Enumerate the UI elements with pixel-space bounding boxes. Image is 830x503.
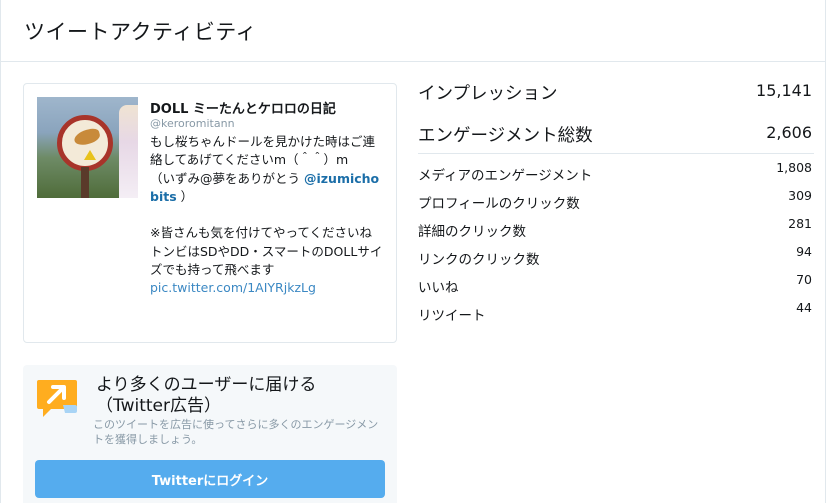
stat-value: 1,808	[776, 160, 812, 175]
tweet-author-handle[interactable]: @keroromitann	[150, 117, 235, 130]
warning-icon	[84, 150, 96, 160]
twitter-login-button[interactable]: Twitterにログイン	[35, 460, 385, 498]
tweet-activity-dialog: ツイートアクティビティ DOLL ミーたんとケロロの日記 @keroromita…	[0, 0, 826, 503]
tweet-text: もし桜ちゃんドールを見かけた時はご連絡してあげてくださいm（＾＾）m （いずみ@…	[150, 133, 385, 298]
promote-panel: より多くのユーザーに届ける（Twitter広告） このツイートを広告に使ってさら…	[23, 365, 397, 503]
promote-description: このツイートを広告に使ってさらに多くのエンゲージメントを獲得しましょう。	[93, 418, 379, 446]
stat-label: いいね	[418, 280, 459, 296]
stat-row-link-clicks: リンクのクリック数 94	[418, 244, 814, 268]
stat-label: メディアのエンゲージメント	[418, 168, 593, 184]
stat-label: プロフィールのクリック数	[418, 196, 580, 212]
stat-value: 281	[788, 216, 812, 231]
impressions-label: インプレッション	[418, 84, 558, 104]
stat-value: 44	[796, 300, 812, 315]
dialog-title: ツイートアクティビティ	[24, 20, 257, 44]
dialog-header: ツイートアクティビティ	[1, 0, 825, 62]
stat-value: 94	[796, 244, 812, 259]
stat-label: 詳細のクリック数	[418, 224, 526, 240]
stat-row-retweets: リツイート 44	[418, 300, 814, 324]
post-graphic	[81, 167, 89, 198]
tweet-text-part2: ） ※皆さんも気を付けてやってくださいね トンビはSDやDD・スマートのDOLL…	[150, 188, 383, 278]
stat-row-profile-clicks: プロフィールのクリック数 309	[418, 188, 814, 212]
sign-graphic	[57, 115, 113, 171]
bird-graphic	[72, 126, 102, 148]
stat-label: リンクのクリック数	[418, 252, 540, 268]
stats-divider	[418, 153, 814, 154]
impressions-stat: インプレッション 15,141	[418, 80, 814, 110]
stat-label: リツイート	[418, 308, 486, 324]
engagements-label: エンゲージメント総数	[418, 126, 593, 146]
engagements-stat: エンゲージメント総数 2,606	[418, 122, 814, 152]
engagements-value: 2,606	[766, 123, 812, 142]
stat-row-detail-expands: 詳細のクリック数 281	[418, 216, 814, 240]
promote-title: より多くのユーザーに届ける（Twitter広告）	[96, 375, 317, 416]
stat-value: 70	[796, 272, 812, 287]
tweet-author-name[interactable]: DOLL ミーたんとケロロの日記	[150, 98, 336, 117]
stat-row-likes: いいね 70	[418, 272, 814, 296]
impressions-value: 15,141	[756, 81, 812, 100]
tweet-card[interactable]: DOLL ミーたんとケロロの日記 @keroromitann もし桜ちゃんドール…	[23, 83, 397, 343]
promote-arrow-icon	[37, 380, 77, 417]
stat-row-media-engagements: メディアのエンゲージメント 1,808	[418, 160, 814, 184]
doll-graphic	[119, 105, 138, 198]
stat-value: 309	[788, 188, 812, 203]
photo-thumbnail[interactable]	[37, 97, 138, 198]
media-link[interactable]: pic.twitter.com/1AIYRjkzLg	[150, 280, 316, 295]
